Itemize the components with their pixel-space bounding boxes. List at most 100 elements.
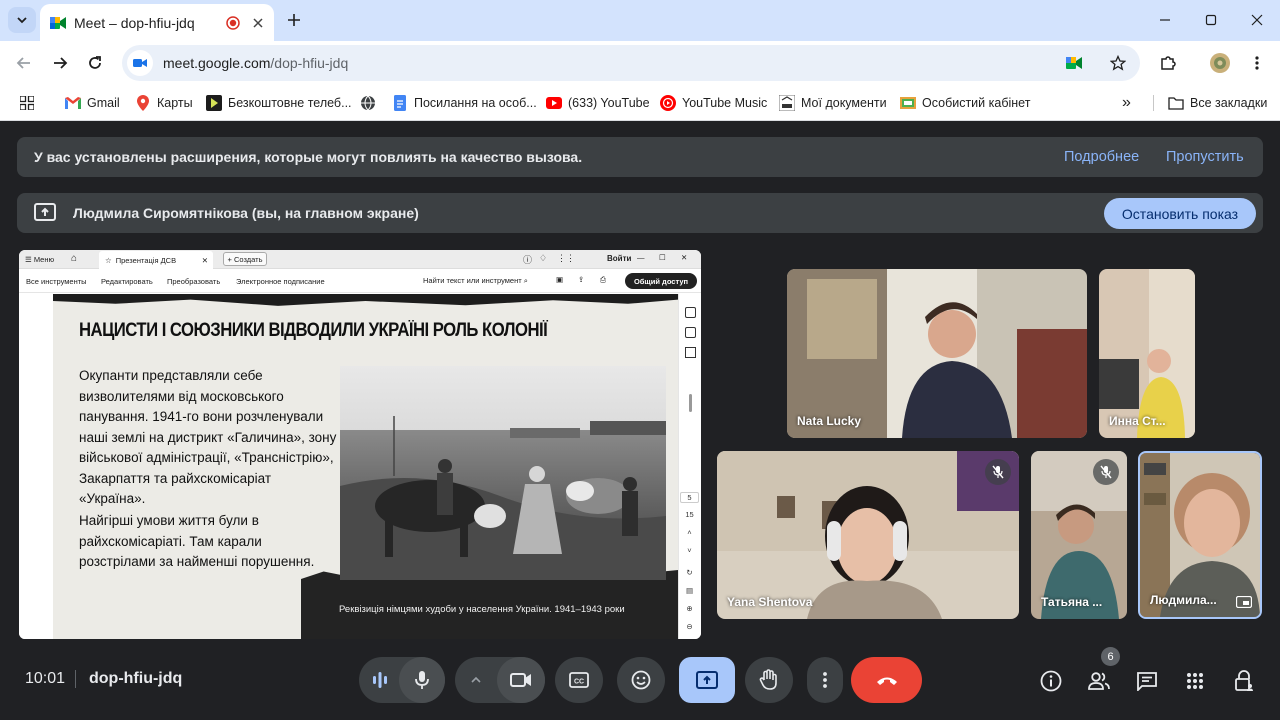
new-tab-button[interactable] xyxy=(282,8,306,32)
historical-photo xyxy=(340,366,666,580)
url-text: meet.google.com/dop-hfiu-jdq xyxy=(163,55,1066,71)
bookmark-globe[interactable] xyxy=(360,92,382,114)
docs-icon xyxy=(392,95,408,111)
stop-presenting-button[interactable]: Остановить показ xyxy=(1104,198,1256,229)
leave-call-button[interactable] xyxy=(851,657,922,703)
reactions-button[interactable] xyxy=(617,657,665,703)
bookmark-cabinet[interactable]: Особистий кабінет xyxy=(900,92,1030,114)
address-bar[interactable]: meet.google.com/dop-hfiu-jdq xyxy=(122,45,1140,81)
present-now-button[interactable] xyxy=(679,657,735,703)
recording-icon xyxy=(226,15,240,30)
save-icon: ▣ xyxy=(556,275,564,284)
bookmark-maps[interactable]: Карты xyxy=(135,92,193,114)
comment-icon xyxy=(685,307,696,318)
participant-tile[interactable]: Татьяна ... xyxy=(1031,451,1127,619)
shared-tool: Редактировать xyxy=(101,277,153,286)
bookmark-label: Безкоштовне телеб... xyxy=(228,96,352,110)
learn-more-link[interactable]: Подробнее xyxy=(1064,149,1139,165)
bookmarks-bar: Gmail Карты Безкоштовне телеб... Посилан… xyxy=(0,85,1280,121)
bookmark-tv[interactable]: Безкоштовне телеб... xyxy=(206,92,352,114)
zoom-out-icon: ⊖ xyxy=(686,622,693,631)
participant-tile[interactable]: Yana Shentova xyxy=(717,451,1019,619)
emoji-icon xyxy=(631,670,651,690)
info-icon xyxy=(1040,670,1062,692)
call-end-icon xyxy=(876,677,897,685)
bookmark-gmail[interactable]: Gmail xyxy=(65,92,120,114)
star-icon[interactable] xyxy=(1110,55,1126,71)
chevron-down-icon: ˅ xyxy=(687,546,692,555)
maximize-button[interactable] xyxy=(1198,8,1224,32)
scrollbar xyxy=(689,394,692,412)
apps-button[interactable] xyxy=(20,92,34,114)
shared-tab: ☆ Презентація ДСВ ✕ xyxy=(99,251,213,269)
bookmark-youtube-music[interactable]: YouTube Music xyxy=(660,92,767,114)
host-controls-button[interactable] xyxy=(1226,663,1262,699)
more-options-button[interactable] xyxy=(807,657,843,703)
tab-search-button[interactable] xyxy=(8,7,36,33)
close-icon: ✕ xyxy=(201,255,208,265)
browser-tab-meet[interactable]: Meet – dop-hfiu-jdq xyxy=(40,4,274,41)
all-bookmarks-button[interactable]: Все закладки xyxy=(1168,92,1267,114)
participant-name: Nata Lucky xyxy=(797,414,862,428)
slide-paragraph-2: Найгірші умови життя були в райхскомісар… xyxy=(79,513,315,569)
help-icon: ⓘ xyxy=(523,255,533,265)
participant-tile[interactable]: Инна Ст... xyxy=(1099,269,1195,438)
chat-button[interactable] xyxy=(1129,663,1165,699)
chrome-menu-button[interactable] xyxy=(1243,49,1271,77)
presentation-slide: НАЦИСТИ І СОЮЗНИКИ ВІДВОДИЛИ УКРАЇНІ РОЛ… xyxy=(53,294,678,639)
participant-name: Инна Ст... xyxy=(1109,414,1166,428)
bookmark-icon xyxy=(685,327,696,338)
search-icon: ⌕ xyxy=(523,276,528,285)
youtube-icon xyxy=(546,95,562,111)
shared-screen: ☰ Меню ⌂ ☆ Презентація ДСВ ✕ + Создать ⓘ ♢… xyxy=(19,250,701,639)
participant-name: Yana Shentova xyxy=(727,595,813,609)
extensions-warning-banner: У вас установлены расширения, которые мо… xyxy=(17,137,1263,177)
close-window-button[interactable] xyxy=(1244,8,1270,32)
bookmark-label: Карты xyxy=(157,96,193,110)
microphone-button[interactable] xyxy=(399,657,445,703)
shared-left-margin xyxy=(19,294,53,639)
reload-button[interactable] xyxy=(81,49,109,77)
upload-icon: ⇪ xyxy=(578,275,585,284)
participant-tile-self[interactable]: Людмила... xyxy=(1138,451,1262,619)
camera-control-group xyxy=(455,657,545,703)
activities-button[interactable] xyxy=(1177,663,1213,699)
skip-link[interactable]: Пропустить xyxy=(1166,149,1244,165)
meet-window: У вас установлены расширения, которые мо… xyxy=(0,121,1280,720)
pip-icon[interactable] xyxy=(1236,596,1252,608)
hand-icon xyxy=(759,669,777,690)
mic-off-icon xyxy=(992,465,1004,479)
participant-tile[interactable]: Nata Lucky xyxy=(787,269,1087,438)
captions-button[interactable]: CC xyxy=(555,657,603,703)
audio-level-button[interactable] xyxy=(359,657,401,703)
site-info-button[interactable] xyxy=(127,50,153,76)
lock-person-icon xyxy=(1235,670,1253,691)
bookmark-documents[interactable]: Мої документи xyxy=(779,92,887,114)
camera-button[interactable] xyxy=(497,657,545,703)
close-tab-icon[interactable] xyxy=(252,17,264,29)
bookmark-docs[interactable]: Посилання на особ... xyxy=(392,92,537,114)
camera-options-button[interactable] xyxy=(455,657,497,703)
meeting-details-button[interactable] xyxy=(1033,663,1069,699)
raise-hand-button[interactable] xyxy=(745,657,793,703)
present-screen-icon xyxy=(696,671,718,689)
bookmark-youtube[interactable]: (633) YouTube xyxy=(546,92,650,114)
bell-icon: ♢ xyxy=(539,253,548,263)
extensions-button[interactable] xyxy=(1154,49,1182,77)
forward-button[interactable] xyxy=(46,49,74,77)
tv-icon xyxy=(206,95,222,111)
maximize-icon: ☐ xyxy=(659,253,666,262)
profile-button[interactable] xyxy=(1206,49,1234,77)
folder-icon xyxy=(1168,95,1184,111)
svg-text:CC: CC xyxy=(574,679,584,686)
back-button[interactable] xyxy=(10,49,38,77)
camera-icon xyxy=(133,59,147,67)
all-bookmarks-label: Все закладки xyxy=(1190,96,1268,110)
more-bookmarks-button[interactable]: » xyxy=(1122,92,1131,114)
home-icon: ⌂ xyxy=(71,253,78,264)
people-button[interactable] xyxy=(1081,663,1117,699)
minimize-button[interactable] xyxy=(1152,8,1178,32)
google-meet-icon[interactable] xyxy=(1066,56,1082,70)
rotate-icon: ↻ xyxy=(686,568,693,577)
mic-control-group xyxy=(359,657,445,703)
